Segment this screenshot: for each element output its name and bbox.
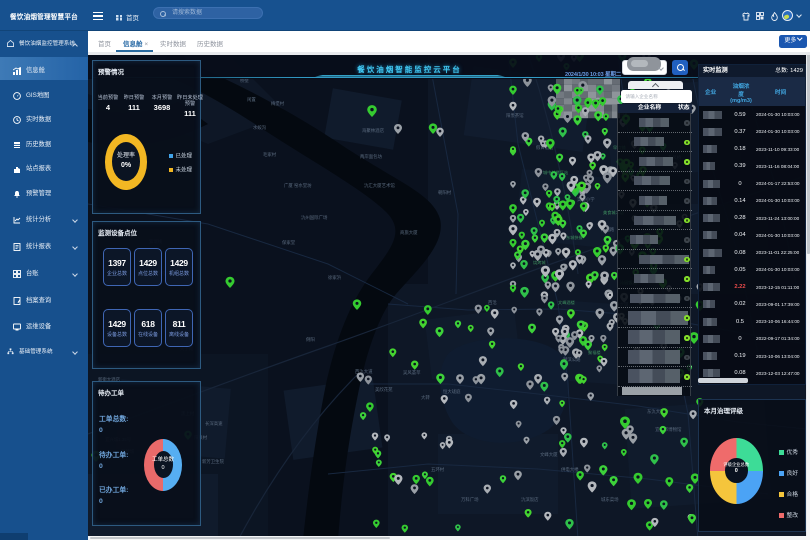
svg-text:长深高速: 长深高速 [205, 420, 223, 427]
svg-text:恒大珑庭: 恒大珑庭 [443, 388, 461, 395]
svg-text:闲置: 闲置 [247, 96, 256, 103]
svg-text:梅堡村: 梅堡村 [271, 100, 285, 107]
svg-text:文峰大厦: 文峰大厦 [540, 451, 558, 458]
svg-text:海聚林酒店: 海聚林酒店 [362, 127, 385, 134]
svg-text:俐阳: 俐阳 [306, 336, 315, 343]
svg-text:商旅大厦: 商旅大厦 [400, 229, 418, 236]
svg-text:五环村: 五环村 [431, 466, 445, 473]
svg-text:新芳卫生院: 新芳卫生院 [202, 458, 225, 465]
svg-text:万科广场: 万科广场 [461, 496, 479, 503]
svg-text:氿滨饭店: 氿滨饭店 [521, 496, 539, 503]
svg-text:毛家村: 毛家村 [263, 151, 277, 157]
svg-text:城东菜场: 城东菜场 [601, 496, 619, 503]
svg-text:西沧: 西沧 [488, 299, 497, 306]
svg-text:文峰酒楼: 文峰酒楼 [558, 299, 575, 306]
svg-text:氿州国际广场: 氿州国际广场 [301, 214, 328, 221]
svg-text:水蛟沟: 水蛟沟 [253, 124, 267, 131]
svg-text:阳羡茶馆: 阳羡茶馆 [506, 112, 524, 119]
svg-text:宜兴市博物馆: 宜兴市博物馆 [655, 426, 682, 433]
svg-text:大转: 大转 [421, 394, 430, 401]
svg-text:广厦 窑水堂坊: 广厦 窑水堂坊 [284, 182, 312, 189]
svg-text:徐家浜: 徐家浜 [328, 274, 342, 281]
svg-text:供电大楼: 供电大楼 [561, 466, 579, 473]
svg-text:烧烤城: 烧烤城 [533, 259, 546, 266]
svg-text:保家堂: 保家堂 [282, 239, 296, 246]
svg-text:氿汇大厦艺术馆: 氿汇大厦艺术馆 [364, 182, 395, 189]
svg-text:吴风荟萃: 吴风荟萃 [403, 369, 421, 376]
svg-text:朝阳村: 朝阳村 [438, 189, 452, 196]
svg-text:聚福楼: 聚福楼 [588, 349, 601, 356]
svg-text:美欣花苑: 美欣花苑 [375, 386, 393, 393]
svg-text:两岸面包坊: 两岸面包坊 [360, 153, 383, 160]
